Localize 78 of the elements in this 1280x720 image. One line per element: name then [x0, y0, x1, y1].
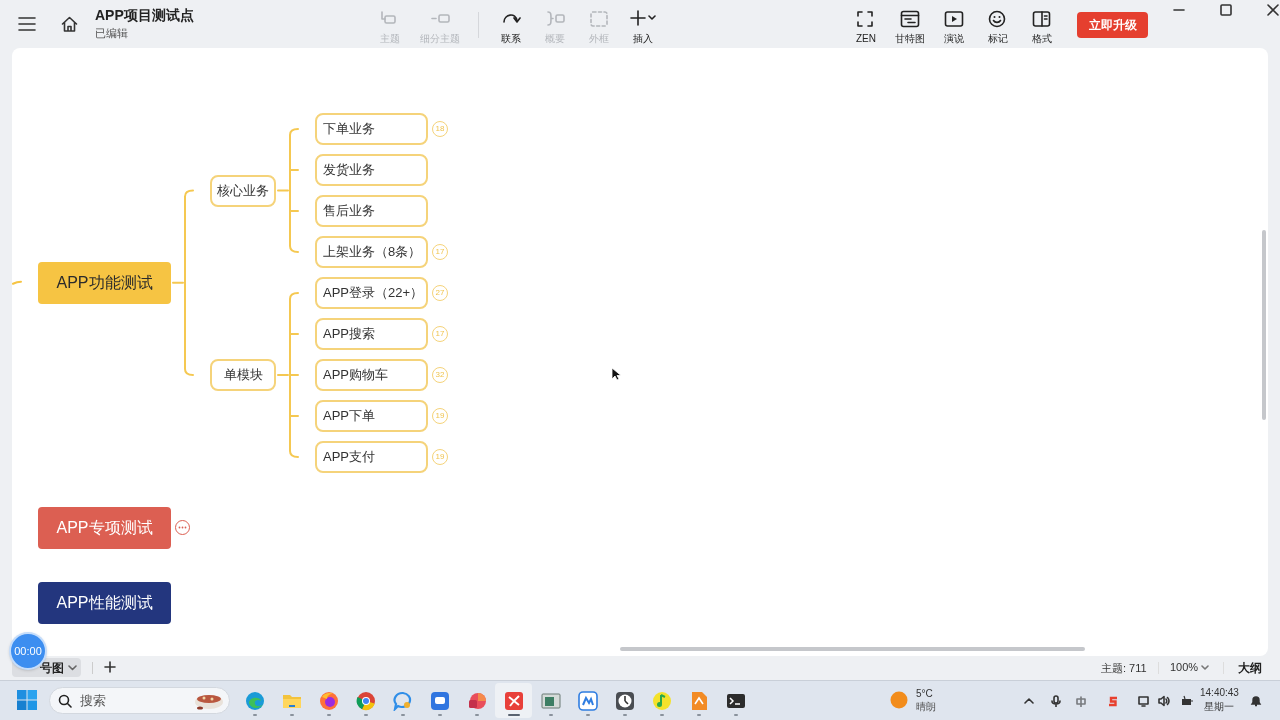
- weather-condition: 晴朗: [916, 700, 936, 713]
- subtopic-node[interactable]: 上架业务（8条）: [315, 236, 428, 268]
- home-icon: [60, 16, 78, 32]
- summary-brace-icon: [545, 10, 565, 28]
- gantt-chart-icon: [900, 10, 920, 28]
- subtopic-node[interactable]: 下单业务: [315, 113, 428, 145]
- dashed-frame-icon: [589, 10, 609, 28]
- zen-tool-button[interactable]: ZEN: [844, 2, 888, 46]
- play-icon: [944, 10, 964, 28]
- subtopic-node[interactable]: 发货业务: [315, 154, 428, 186]
- close-icon: [1267, 4, 1279, 16]
- main-topic-node[interactable]: APP专项测试: [38, 507, 171, 549]
- connector-line: [12, 280, 22, 285]
- subtopic-node[interactable]: 售后业务: [315, 195, 428, 227]
- gantt-tool-button[interactable]: 甘特图: [888, 2, 932, 46]
- subtopic-node[interactable]: APP搜索: [315, 318, 428, 350]
- topic-node[interactable]: 单模块: [210, 359, 276, 391]
- microphone-icon[interactable]: [1050, 695, 1062, 707]
- taskbar-search-field[interactable]: 搜索: [49, 687, 230, 714]
- upgrade-button[interactable]: 立即升级: [1077, 12, 1148, 38]
- clock-time[interactable]: 14:40:43: [1200, 686, 1239, 700]
- chevron-up-icon[interactable]: [1023, 695, 1035, 707]
- present-tool-button[interactable]: 演说: [932, 2, 976, 46]
- chrome-browser-icon: [355, 690, 376, 711]
- add-sheet-button[interactable]: [103, 660, 117, 674]
- subtopic-node[interactable]: APP登录（22+）: [315, 277, 428, 309]
- menu-icon: [18, 17, 36, 31]
- home-button[interactable]: [59, 14, 79, 34]
- mindmap-app-icon: [503, 690, 524, 711]
- firefox-browser-icon: [318, 690, 339, 711]
- speaker-icon[interactable]: [1158, 695, 1170, 707]
- presentation-app-icon: [466, 690, 487, 711]
- main-topic-node[interactable]: APP功能测试: [38, 261, 171, 304]
- marker-tool-button[interactable]: 标记: [976, 2, 1020, 46]
- fullscreen-icon: [856, 10, 876, 28]
- search-icon: [58, 694, 72, 708]
- plus-icon: [630, 10, 656, 28]
- weather-temperature: 5°C: [916, 687, 934, 700]
- save-status: 已编辑: [95, 27, 129, 42]
- sun-icon: [890, 691, 908, 709]
- relation-tool-button[interactable]: 联系: [489, 2, 533, 46]
- topic-node[interactable]: 核心业务: [210, 174, 276, 207]
- maximize-button[interactable]: [1219, 3, 1233, 17]
- subtopic-node[interactable]: APP购物车: [315, 359, 428, 391]
- horizontal-scrollbar[interactable]: [620, 647, 1085, 651]
- subtopic-node[interactable]: APP支付: [315, 441, 428, 473]
- mouse-cursor-icon: [611, 367, 621, 381]
- drawing-app-icon: [577, 690, 598, 711]
- vertical-scrollbar[interactable]: [1262, 230, 1266, 420]
- subtopic-node[interactable]: APP下单: [315, 400, 428, 432]
- chat-bubble-icon: [392, 690, 413, 711]
- main-topic-node[interactable]: APP性能测试: [38, 582, 171, 624]
- zoom-dropdown[interactable]: 100%: [1170, 659, 1210, 676]
- windows-start-icon[interactable]: [17, 690, 37, 710]
- battery-plug-icon[interactable]: [1181, 695, 1193, 707]
- outline-button[interactable]: 大纲: [1238, 659, 1262, 677]
- meeting-app-icon: [429, 690, 450, 711]
- close-button[interactable]: [1266, 3, 1280, 17]
- insert-tool-button[interactable]: 插入: [621, 2, 665, 46]
- music-app-icon: [651, 690, 672, 711]
- input-method-icon[interactable]: [1075, 695, 1087, 707]
- clock-day[interactable]: 星期一: [1204, 700, 1235, 714]
- maximize-icon: [1220, 4, 1232, 16]
- format-tool-button[interactable]: 格式: [1020, 2, 1064, 46]
- notification-bell-icon[interactable]: [1250, 695, 1262, 707]
- network-monitor-icon[interactable]: [1138, 695, 1150, 707]
- clock-app-icon: [614, 690, 635, 711]
- edge-browser-icon: [244, 690, 265, 711]
- menu-button[interactable]: [17, 14, 37, 34]
- panel-icon: [1032, 10, 1052, 28]
- chevron-down-icon: [1201, 664, 1210, 670]
- plus-icon: [104, 661, 116, 673]
- topic-count: 主题: 711: [1101, 661, 1147, 676]
- sogou-s-icon[interactable]: [1107, 695, 1119, 707]
- chevron-down-icon: [68, 664, 77, 671]
- smiley-icon: [988, 10, 1008, 28]
- window-app-icon: [540, 690, 561, 711]
- document-title: APP项目测试点: [95, 6, 194, 25]
